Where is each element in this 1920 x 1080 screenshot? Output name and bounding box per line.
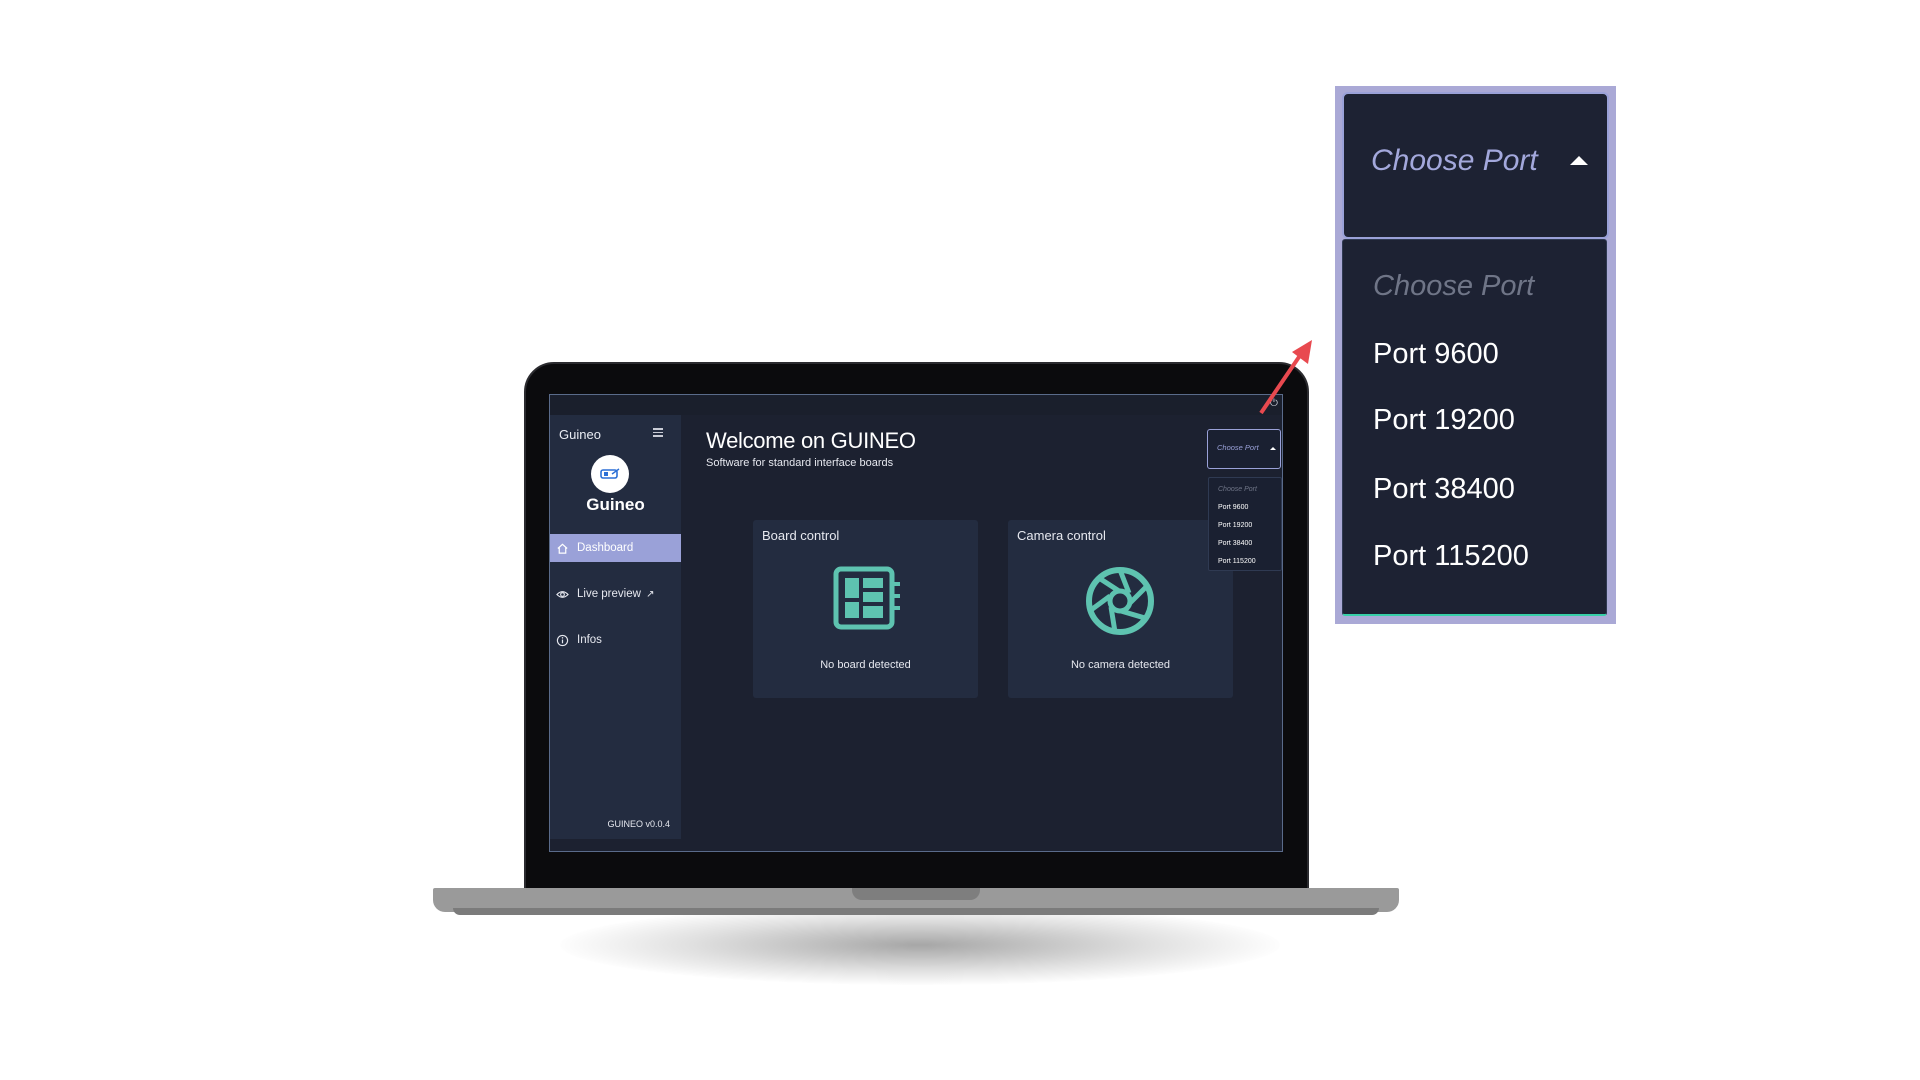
board-icon bbox=[833, 566, 900, 630]
sidebar-item-label: Live preview bbox=[577, 588, 641, 600]
external-link-icon: ↗ bbox=[646, 589, 655, 600]
logo-board-icon bbox=[600, 468, 620, 479]
port-option[interactable]: Port 19200 bbox=[1218, 522, 1252, 529]
home-icon bbox=[557, 543, 568, 554]
page-subtitle: Software for standard interface boards bbox=[706, 457, 894, 469]
port-option[interactable]: Port 38400 bbox=[1218, 540, 1252, 547]
info-icon bbox=[556, 634, 569, 647]
sidebar-item-live-preview[interactable]: Live preview ↗ bbox=[550, 580, 681, 608]
laptop-shadow bbox=[560, 905, 1280, 985]
sidebar-item-dashboard[interactable]: Dashboard bbox=[550, 534, 681, 562]
sidebar-item-label: Infos bbox=[577, 634, 602, 646]
port-dropdown-list: Choose Port Port 9600 Port 19200 Port 38… bbox=[1208, 477, 1282, 571]
zoom-port-select[interactable]: Choose Port bbox=[1342, 92, 1609, 239]
port-select-label: Choose Port bbox=[1217, 443, 1259, 452]
port-option[interactable]: Port 115200 bbox=[1218, 558, 1256, 565]
version-label: GUINEO v0.0.4 bbox=[607, 819, 670, 829]
zoom-port-select-label: Choose Port bbox=[1371, 144, 1538, 177]
zoom-port-option-placeholder: Choose Port bbox=[1373, 270, 1535, 302]
sidebar-item-infos[interactable]: Infos bbox=[550, 626, 681, 654]
port-option-placeholder: Choose Port bbox=[1218, 486, 1257, 493]
zoom-port-option[interactable]: Port 19200 bbox=[1373, 404, 1515, 437]
top-bar: ⏻ bbox=[550, 395, 1282, 415]
eye-icon bbox=[556, 591, 569, 598]
card-title: Board control bbox=[762, 528, 840, 543]
callout-arrow-icon bbox=[1259, 340, 1312, 415]
logo bbox=[591, 455, 629, 493]
camera-status: No camera detected bbox=[1070, 659, 1171, 671]
hamburger-menu-icon[interactable] bbox=[653, 428, 663, 438]
zoom-port-dropdown-list: Choose Port Port 9600 Port 19200 Port 38… bbox=[1342, 239, 1607, 616]
brand-title: Guineo bbox=[559, 427, 601, 442]
logo-text: Guineo bbox=[586, 495, 645, 514]
port-select[interactable]: Choose Port bbox=[1207, 429, 1281, 469]
camera-control-card[interactable]: Camera control No camera detected bbox=[1008, 520, 1233, 698]
card-title: Camera control bbox=[1017, 528, 1106, 543]
camera-shutter-icon bbox=[1086, 567, 1154, 635]
zoom-port-option[interactable]: Port 115200 bbox=[1373, 540, 1529, 573]
caret-up-icon bbox=[1570, 156, 1588, 165]
laptop-notch bbox=[852, 888, 980, 900]
sidebar-item-label: Dashboard bbox=[577, 542, 634, 554]
board-control-card[interactable]: Board control No board detected bbox=[753, 520, 978, 698]
zoom-port-option[interactable]: Port 38400 bbox=[1373, 473, 1515, 506]
board-status: No board detected bbox=[820, 659, 911, 671]
app-window: ⏻ Guineo Guineo Dashboard Live preview ↗… bbox=[549, 394, 1283, 852]
port-option[interactable]: Port 9600 bbox=[1218, 504, 1248, 511]
caret-up-icon bbox=[1270, 447, 1276, 450]
zoom-port-option[interactable]: Port 9600 bbox=[1373, 338, 1499, 371]
sidebar: Guineo Guineo Dashboard Live preview ↗ I… bbox=[550, 415, 681, 839]
zoomed-port-dropdown: Choose Port Choose Port Port 9600 Port 1… bbox=[1335, 86, 1616, 624]
laptop-base-lip bbox=[453, 908, 1379, 915]
page-title: Welcome on GUINEO bbox=[706, 428, 916, 453]
